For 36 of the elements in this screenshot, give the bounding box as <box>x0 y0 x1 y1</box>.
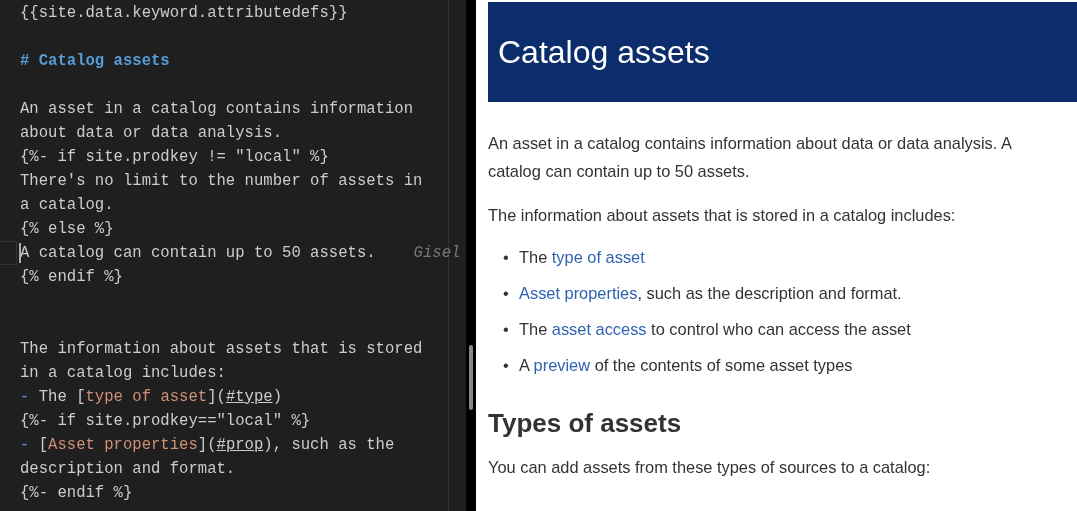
code-line: about data or data analysis. <box>20 123 283 144</box>
code-line: The information about assets that is stored <box>20 339 423 360</box>
list-item-text: A preview of the contents of some asset types <box>519 355 853 376</box>
scrollbar-thumb[interactable] <box>469 345 473 410</box>
section-heading: Types of assets <box>488 407 683 439</box>
bullet: • <box>503 283 510 304</box>
code-line: {%- endif %} <box>20 483 133 504</box>
paragraph: An asset in a catalog contains information about data or data analysis. A catalog can contain up to 50 assets. <box>488 133 1013 182</box>
link[interactable]: asset access <box>551 320 647 338</box>
paragraph: The information about assets that is stored in a catalog includes: <box>488 205 957 226</box>
bullet: • <box>503 355 510 376</box>
code-line: {%- if site.prodkey=="local" %} <box>20 411 311 432</box>
code-line: a catalog. <box>20 195 114 216</box>
bullet: • <box>503 319 510 340</box>
code-line: {%- if site.prodkey != "local" %} <box>20 147 329 168</box>
list-item-text: The asset access to control who can access the asset <box>519 319 911 340</box>
code-line: {% else %} <box>20 219 114 240</box>
code-line: An asset in a catalog contains information <box>20 99 414 120</box>
paragraph: You can add assets from these types of sources to a catalog: <box>488 457 932 478</box>
code-line: - [Asset properties](#prop), such as the <box>20 435 395 456</box>
code-line: # Catalog assets <box>20 51 170 72</box>
bullet: • <box>503 247 510 268</box>
blame-annotation: Gisel <box>413 243 461 264</box>
code-line: {% endif %} <box>20 267 123 288</box>
code-line: A catalog can contain up to 50 assets. <box>20 243 376 264</box>
page-title: Catalog assets <box>498 32 710 72</box>
list-item-text: Asset properties, such as the description and format. <box>519 283 902 304</box>
link[interactable]: preview <box>533 356 591 374</box>
list-item-text: The type of asset <box>519 247 645 268</box>
code-line: There's no limit to the number of assets in <box>20 171 423 192</box>
code-line: description and format. <box>20 459 236 480</box>
link[interactable]: type of asset <box>551 248 645 266</box>
code-line: in a catalog includes: <box>20 363 226 384</box>
link[interactable]: Asset properties <box>519 284 638 302</box>
code-line: {{site.data.keyword.attributedefs}} <box>20 3 348 24</box>
code-line: - The [type of asset](#type) <box>20 387 283 408</box>
